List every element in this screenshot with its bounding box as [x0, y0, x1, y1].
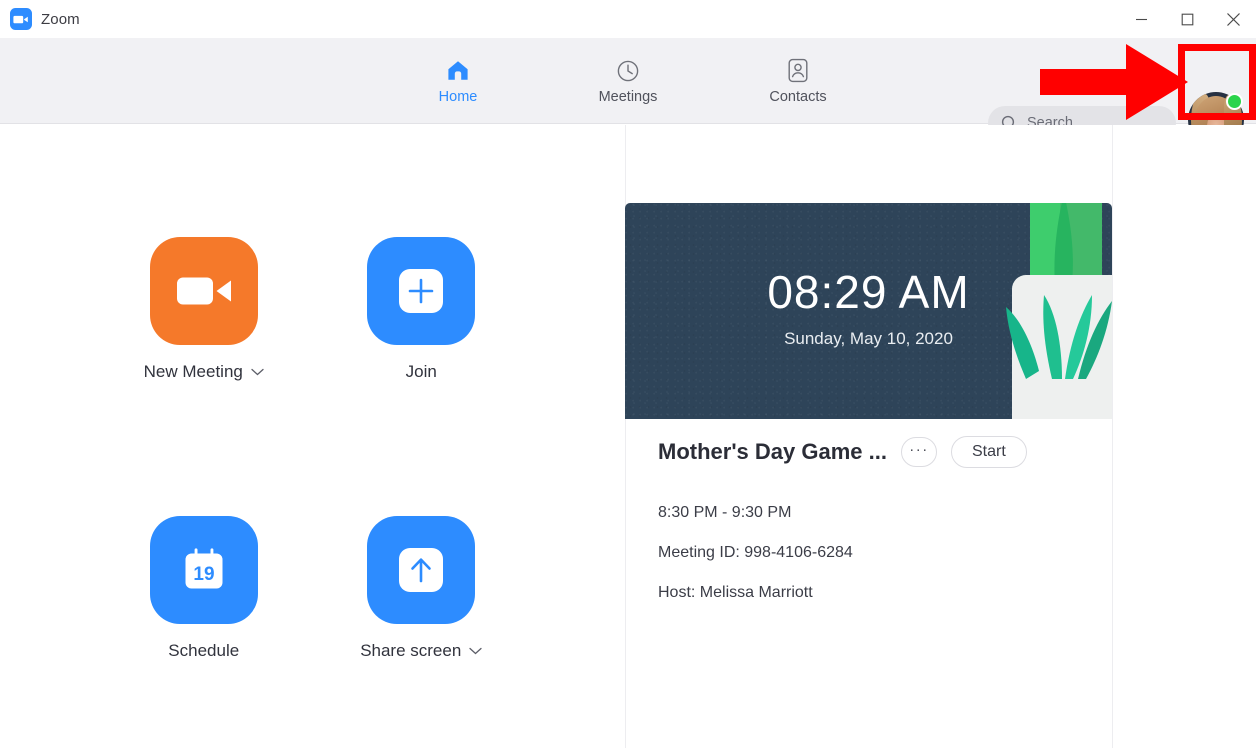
meeting-more-options-button[interactable]: ··· — [900, 437, 937, 467]
contact-card-icon — [787, 58, 809, 84]
clock-icon — [616, 58, 640, 84]
maximize-icon — [1181, 13, 1193, 25]
new-meeting-button[interactable]: New Meeting — [144, 237, 264, 382]
up-arrow-square-icon — [399, 548, 444, 592]
tab-contacts[interactable]: Contacts — [752, 50, 844, 112]
schedule-label-row: Schedule — [168, 641, 239, 661]
quick-actions-grid: New Meeting Join 19 Schedule Share scree… — [0, 125, 625, 748]
annotation-highlight-box — [1178, 44, 1256, 120]
schedule-label: Schedule — [168, 641, 240, 660]
chevron-down-icon[interactable] — [251, 368, 264, 376]
new-meeting-label: New Meeting — [143, 362, 243, 381]
join-tile — [367, 237, 476, 345]
chevron-down-icon[interactable] — [469, 647, 482, 655]
meeting-time-range: 8:30 PM - 9:30 PM — [658, 504, 792, 521]
tab-home-label: Home — [438, 88, 478, 105]
home-icon — [445, 58, 471, 84]
main-content: New Meeting Join 19 Schedule Share scree… — [0, 125, 1256, 748]
share-screen-button[interactable]: Share screen — [360, 516, 482, 661]
share-screen-label-row: Share screen — [360, 641, 482, 661]
maximize-button[interactable] — [1164, 0, 1210, 38]
close-icon — [1226, 12, 1240, 26]
tab-meetings-label: Meetings — [598, 88, 658, 105]
minimize-icon — [1135, 18, 1147, 20]
column-divider-right — [1112, 125, 1113, 748]
new-meeting-tile — [149, 237, 258, 345]
calendar-icon: 19 — [185, 548, 223, 589]
clock-time: 08:29 AM — [767, 266, 970, 318]
annotation-arrow-icon — [1040, 44, 1188, 120]
minimize-button[interactable] — [1118, 0, 1164, 38]
calendar-day-number: 19 — [193, 564, 214, 585]
share-screen-tile — [367, 516, 476, 624]
tab-contacts-label: Contacts — [769, 88, 827, 105]
join-button[interactable]: Join — [367, 237, 476, 382]
meeting-header-row: Mother's Day Game ... ··· Start — [625, 419, 1112, 485]
zoom-video-logo — [10, 8, 32, 30]
start-meeting-button[interactable]: Start — [950, 436, 1027, 468]
plus-square-icon — [399, 269, 444, 313]
tab-home[interactable]: Home — [412, 50, 504, 112]
schedule-button[interactable]: 19 Schedule — [149, 516, 258, 661]
join-label-row: Join — [406, 362, 437, 382]
clock-banner: 08:29 AM Sunday, May 10, 2020 — [625, 203, 1112, 419]
meeting-title: Mother's Day Game ... — [658, 439, 887, 464]
meeting-host: Host: Melissa Marriott — [658, 584, 813, 601]
join-label: Join — [405, 362, 437, 381]
window-controls — [1118, 0, 1256, 38]
clock-date: Sunday, May 10, 2020 — [784, 329, 953, 348]
meeting-details: Mother's Day Game ... ··· Start 8:30 PM … — [625, 419, 1112, 602]
meeting-id: Meeting ID: 998-4106-6284 — [658, 544, 853, 561]
share-screen-label: Share screen — [360, 641, 462, 660]
video-camera-icon — [176, 277, 231, 305]
upcoming-meeting-card: 08:29 AM Sunday, May 10, 2020 Mother's D… — [625, 125, 1112, 748]
new-meeting-label-row: New Meeting — [144, 362, 264, 382]
close-button[interactable] — [1210, 0, 1256, 38]
title-bar: Zoom — [0, 0, 1256, 38]
app-title: Zoom — [41, 10, 80, 28]
schedule-tile: 19 — [149, 516, 258, 624]
tab-meetings[interactable]: Meetings — [582, 50, 674, 112]
zoom-app-window: Zoom Home Meetings Contacts Search New M… — [0, 0, 1256, 748]
